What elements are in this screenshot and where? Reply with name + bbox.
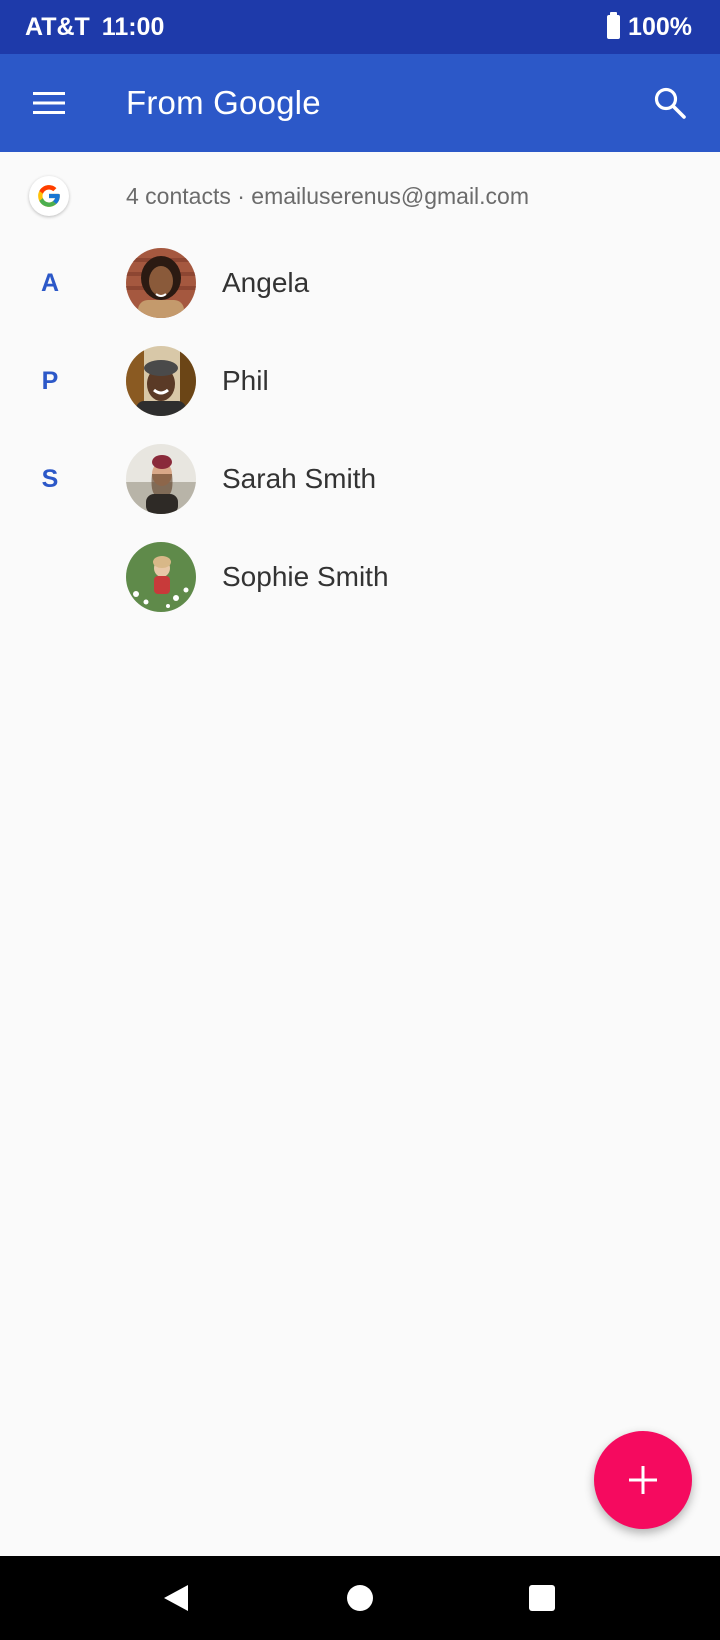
contact-name: Sarah Smith bbox=[222, 463, 377, 494]
system-nav-bar bbox=[0, 1556, 720, 1640]
page-title: From Google bbox=[126, 84, 321, 121]
recents-square-icon bbox=[529, 1585, 555, 1611]
search-icon bbox=[654, 87, 686, 119]
hamburger-menu-icon bbox=[33, 92, 65, 114]
status-left: AT&T 11:00 bbox=[25, 13, 164, 42]
avatar bbox=[126, 248, 196, 318]
avatar bbox=[126, 542, 196, 612]
back-button[interactable] bbox=[148, 1570, 204, 1626]
contact-row-angela[interactable]: A Angela bbox=[0, 234, 720, 332]
status-bar: AT&T 11:00 100% bbox=[0, 0, 720, 54]
section-letter: P bbox=[41, 366, 59, 395]
plus-icon bbox=[629, 1466, 657, 1494]
battery-icon bbox=[607, 12, 621, 39]
section-letter: S bbox=[41, 464, 59, 493]
contact-name: Phil bbox=[222, 365, 269, 396]
battery-level: 100% bbox=[628, 12, 692, 41]
contact-row-sophie-smith[interactable]: Sophie Smith bbox=[0, 528, 720, 626]
home-circle-icon bbox=[347, 1585, 373, 1611]
account-header: 4 contacts · emailuserenus@gmail.com bbox=[0, 152, 720, 240]
contact-row-sarah-smith[interactable]: S Sarah Smith bbox=[0, 430, 720, 528]
status-right: 100% bbox=[607, 12, 692, 42]
google-account-badge bbox=[29, 176, 69, 216]
contact-name: Angela bbox=[222, 267, 310, 298]
avatar bbox=[126, 444, 196, 514]
account-summary: 4 contacts · emailuserenus@gmail.com bbox=[126, 182, 530, 209]
home-button[interactable] bbox=[332, 1570, 388, 1626]
contact-name: Sophie Smith bbox=[222, 561, 389, 592]
clock: 11:00 bbox=[101, 12, 165, 41]
app-bar: From Google bbox=[0, 54, 720, 152]
contact-row-phil[interactable]: P Phil bbox=[0, 332, 720, 430]
recents-button[interactable] bbox=[514, 1570, 570, 1626]
avatar bbox=[126, 346, 196, 416]
carrier-label: AT&T bbox=[25, 12, 90, 41]
google-logo-icon bbox=[38, 185, 60, 207]
search-button[interactable] bbox=[640, 73, 700, 133]
menu-button[interactable] bbox=[0, 54, 98, 152]
section-letter: A bbox=[40, 268, 60, 297]
add-contact-button[interactable] bbox=[594, 1431, 692, 1529]
back-triangle-icon bbox=[164, 1585, 188, 1611]
